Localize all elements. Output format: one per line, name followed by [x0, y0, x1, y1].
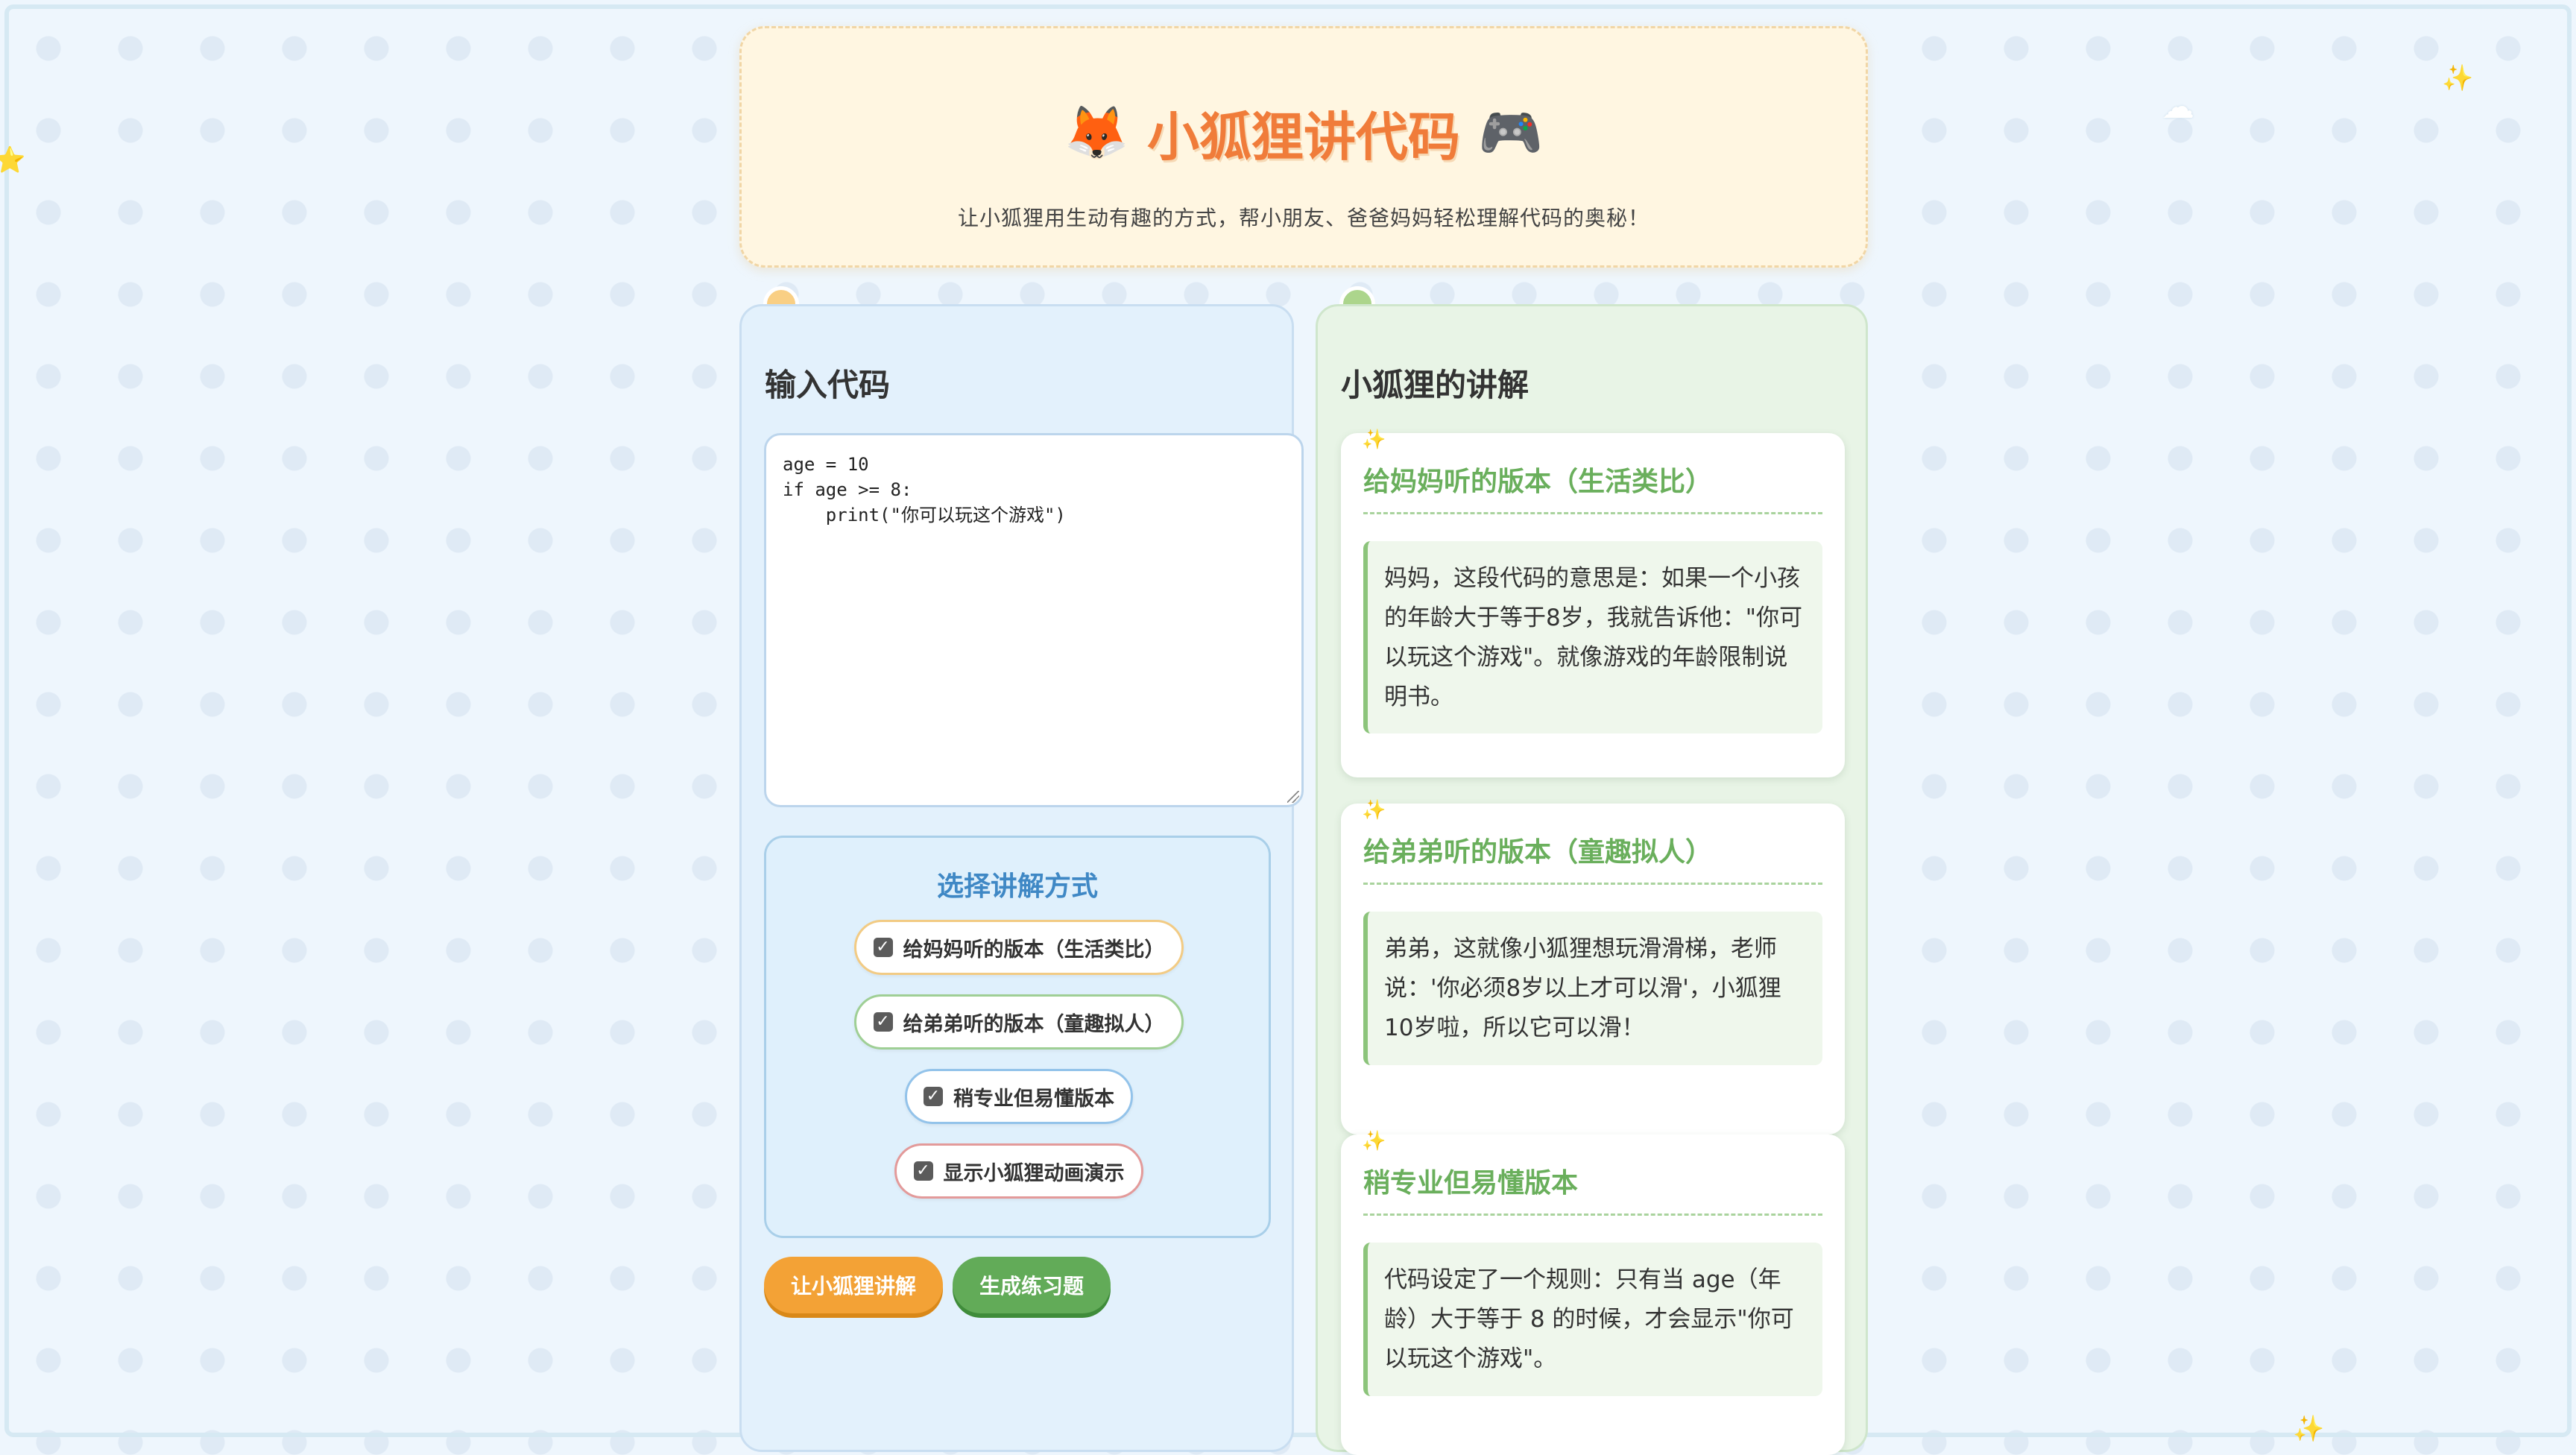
card-title: 给弟弟听的版本（童趣拟人） — [1363, 837, 1713, 868]
page-subtitle: 让小狐狸用生动有趣的方式，帮小朋友、爸爸妈妈轻松理解代码的奥秘！ — [957, 206, 1650, 230]
explanation-card-mom: ✨ 给妈妈听的版本（生活类比） 妈妈，这段代码的意思是：如果一个小孩的年龄大于等… — [1341, 429, 1845, 777]
option-label: 稍专业但易懂版本 — [953, 1087, 1114, 1111]
card-divider — [1363, 883, 1822, 885]
checkbox-checked-icon[interactable]: ✓ — [913, 1161, 933, 1181]
sparkle-icon: ✨ — [1362, 429, 1386, 451]
card-divider — [1363, 512, 1822, 514]
explanation-card-professional: ✨ 稍专业但易懂版本 代码设定了一个规则：只有当 age（年龄）大于等于 8 的… — [1341, 1130, 1845, 1455]
sparkle-icon: ✨ — [1362, 1130, 1386, 1152]
option-mom-version[interactable]: ✓ 给妈妈听的版本（生活类比） — [854, 920, 1184, 975]
option-label: 给妈妈听的版本（生活类比） — [903, 938, 1165, 962]
cloud-decoration-icon: ☁ — [2162, 88, 2194, 126]
page-title: 🦊 小狐狸讲代码 🎮 — [742, 95, 1866, 171]
sparkle-decoration-icon: ✨ — [2293, 1414, 2325, 1444]
option-professional-version[interactable]: ✓ 稍专业但易懂版本 — [905, 1069, 1133, 1124]
explain-mode-options: 选择讲解方式 ✓ 给妈妈听的版本（生活类比） ✓ 给弟弟听的版本（童趣拟人） ✓… — [764, 836, 1271, 1238]
input-panel-title: 输入代码 — [765, 367, 891, 403]
explanation-card-brother: ✨ 给弟弟听的版本（童趣拟人） 弟弟，这就像小狐狸想玩滑滑梯，老师说：'你必须8… — [1341, 799, 1845, 1134]
star-decoration-icon: ⭐ — [0, 145, 26, 175]
page-title-text: 小狐狸讲代码 — [1147, 107, 1460, 168]
header-banner: 🦊 小狐狸讲代码 🎮 让小狐狸用生动有趣的方式，帮小朋友、爸爸妈妈轻松理解代码的… — [739, 26, 1868, 268]
explain-button[interactable]: 让小狐狸讲解 — [764, 1257, 943, 1313]
checkbox-checked-icon[interactable]: ✓ — [873, 938, 893, 957]
input-panel: 输入代码 age = 10 if age >= 8: print("你可以玩这个… — [739, 304, 1304, 1452]
card-title: 给妈妈听的版本（生活类比） — [1363, 467, 1713, 497]
option-brother-version[interactable]: ✓ 给弟弟听的版本（童趣拟人） — [854, 994, 1184, 1050]
sparkle-decoration-icon: ✨ — [2442, 63, 2474, 93]
options-title: 选择讲解方式 — [936, 871, 1098, 902]
option-label: 给弟弟听的版本（童趣拟人） — [903, 1012, 1165, 1036]
sparkle-icon: ✨ — [1362, 799, 1386, 821]
gamepad-icon: 🎮 — [1478, 102, 1544, 163]
checkbox-checked-icon[interactable]: ✓ — [873, 1012, 893, 1032]
code-input[interactable]: age = 10 if age >= 8: print("你可以玩这个游戏") — [764, 433, 1304, 807]
option-fox-animation[interactable]: ✓ 显示小狐狸动画演示 — [894, 1143, 1143, 1199]
option-label: 显示小狐狸动画演示 — [943, 1161, 1125, 1185]
checkbox-checked-icon[interactable]: ✓ — [924, 1087, 943, 1106]
generate-practice-button[interactable]: 生成练习题 — [953, 1257, 1111, 1313]
fox-icon: 🦊 — [1064, 102, 1129, 163]
explanation-panel: 小狐狸的讲解 ✨ 给妈妈听的版本（生活类比） 妈妈，这段代码的意思是：如果一个小… — [1316, 304, 1868, 1455]
card-divider — [1363, 1213, 1822, 1216]
card-body: 弟弟，这就像小狐狸想玩滑滑梯，老师说：'你必须8岁以上才可以滑'，小狐狸10岁啦… — [1363, 912, 1822, 1065]
card-title: 稍专业但易懂版本 — [1363, 1168, 1579, 1199]
explanation-panel-title: 小狐狸的讲解 — [1341, 367, 1530, 403]
card-body: 妈妈，这段代码的意思是：如果一个小孩的年龄大于等于8岁，我就告诉他："你可以玩这… — [1363, 541, 1822, 733]
card-body: 代码设定了一个规则：只有当 age（年龄）大于等于 8 的时候，才会显示"你可以… — [1363, 1243, 1822, 1396]
